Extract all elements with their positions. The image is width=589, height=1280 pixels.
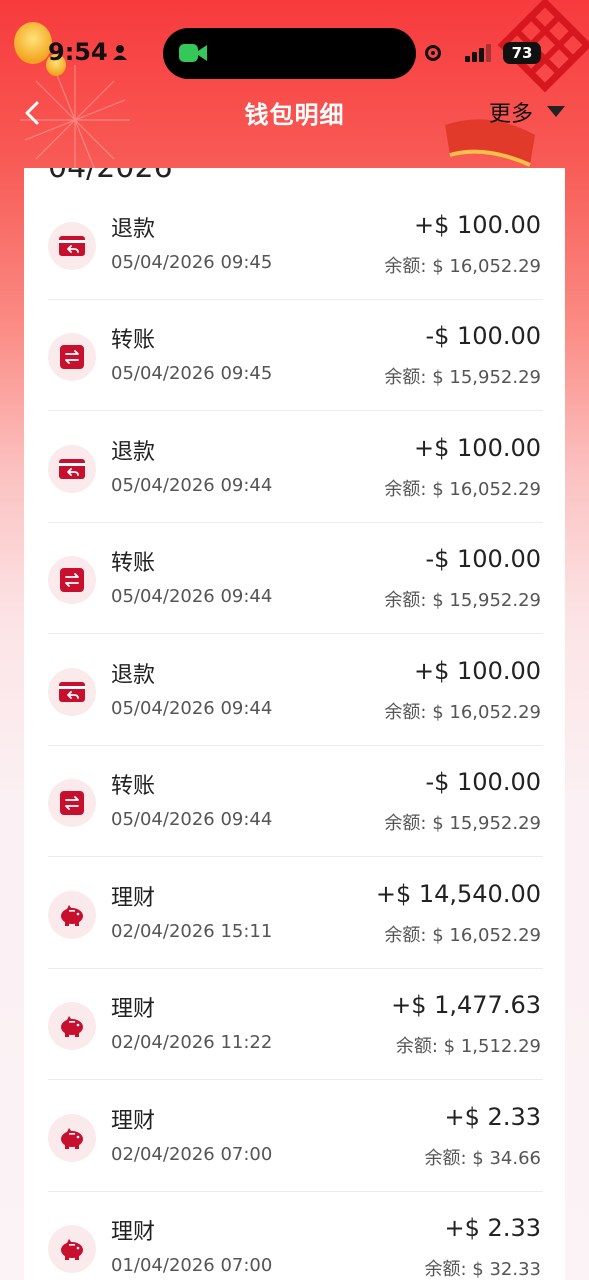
transaction-balance: 余额: $ 15,952.29 (384, 813, 541, 834)
transaction-row[interactable]: 转账 05/04/2026 09:45 -$ 100.00 余额: $ 15,9… (24, 300, 565, 411)
transaction-balance: 余额: $ 16,052.29 (384, 702, 541, 723)
transaction-balance: 余额: $ 16,052.29 (384, 925, 541, 946)
transaction-row[interactable]: 退款 05/04/2026 09:45 +$ 100.00 余额: $ 16,0… (24, 189, 565, 300)
transfer-icon (48, 333, 96, 381)
transaction-amount: -$ 100.00 (425, 768, 541, 796)
battery-indicator: 73 (503, 42, 541, 64)
transaction-date: 05/04/2026 09:44 (111, 809, 273, 830)
facetime-camera-icon (179, 44, 207, 62)
row-divider (48, 633, 543, 634)
transaction-balance: 余额: $ 32.33 (424, 1259, 542, 1280)
recording-indicator-icon (425, 45, 441, 61)
dynamic-island (163, 28, 416, 79)
transaction-type: 转账 (111, 328, 156, 353)
status-bar: 9:54 73 (0, 0, 589, 105)
transaction-date: 02/04/2026 07:00 (111, 1144, 273, 1165)
transaction-amount: +$ 2.33 (444, 1214, 541, 1242)
transaction-date: 01/04/2026 07:00 (111, 1255, 273, 1276)
transaction-balance: 余额: $ 1,512.29 (395, 1036, 541, 1057)
transfer-icon (48, 779, 96, 827)
transaction-type: 转账 (111, 551, 156, 576)
transaction-type: 转账 (111, 774, 156, 799)
transaction-row[interactable]: 理财 02/04/2026 15:11 +$ 14,540.00 余额: $ 1… (24, 858, 565, 969)
more-menu-button[interactable]: 更多 (489, 96, 533, 128)
transaction-amount: -$ 100.00 (425, 322, 541, 350)
transaction-balance: 余额: $ 15,952.29 (384, 590, 541, 611)
transaction-date: 02/04/2026 11:22 (111, 1032, 273, 1053)
chevron-down-icon[interactable] (547, 106, 565, 117)
transaction-type: 理财 (111, 1220, 156, 1245)
transaction-amount: -$ 100.00 (425, 545, 541, 573)
transaction-date: 05/04/2026 09:45 (111, 252, 273, 273)
transaction-amount: +$ 100.00 (414, 657, 541, 685)
month-header: 04/2026 (48, 168, 173, 185)
transaction-type: 退款 (111, 663, 156, 688)
row-divider (48, 410, 543, 411)
refund-card-icon (48, 668, 96, 716)
cellular-signal-icon (465, 44, 491, 62)
transaction-amount: +$ 2.33 (444, 1103, 541, 1131)
transaction-date: 05/04/2026 09:44 (111, 586, 273, 607)
transaction-row[interactable]: 理财 01/04/2026 07:00 +$ 2.33 余额: $ 32.33 (24, 1192, 565, 1280)
piggy-bank-icon (48, 891, 96, 939)
transaction-row[interactable]: 转账 05/04/2026 09:44 -$ 100.00 余额: $ 15,9… (24, 746, 565, 857)
transaction-type: 退款 (111, 217, 156, 242)
transaction-row[interactable]: 理财 02/04/2026 11:22 +$ 1,477.63 余额: $ 1,… (24, 969, 565, 1080)
row-divider (48, 856, 543, 857)
transaction-type: 理财 (111, 1109, 156, 1134)
piggy-bank-icon (48, 1225, 96, 1273)
transaction-row[interactable]: 退款 05/04/2026 09:44 +$ 100.00 余额: $ 16,0… (24, 635, 565, 746)
transaction-date: 02/04/2026 15:11 (111, 921, 273, 942)
status-time: 9:54 (48, 38, 108, 66)
transaction-row[interactable]: 理财 02/04/2026 07:00 +$ 2.33 余额: $ 34.66 (24, 1081, 565, 1192)
transaction-balance: 余额: $ 15,952.29 (384, 367, 541, 388)
piggy-bank-icon (48, 1002, 96, 1050)
refund-card-icon (48, 445, 96, 493)
transaction-balance: 余额: $ 34.66 (424, 1148, 542, 1169)
piggy-bank-icon (48, 1114, 96, 1162)
transaction-balance: 余额: $ 16,052.29 (384, 256, 541, 277)
transaction-type: 退款 (111, 440, 156, 465)
transaction-type: 理财 (111, 886, 156, 911)
transaction-date: 05/04/2026 09:45 (111, 363, 273, 384)
transaction-amount: +$ 1,477.63 (391, 991, 541, 1019)
transaction-amount: +$ 100.00 (414, 434, 541, 462)
transaction-balance: 余额: $ 16,052.29 (384, 479, 541, 500)
transaction-date: 05/04/2026 09:44 (111, 475, 273, 496)
transaction-amount: +$ 100.00 (414, 211, 541, 239)
transaction-row[interactable]: 转账 05/04/2026 09:44 -$ 100.00 余额: $ 15,9… (24, 523, 565, 634)
transaction-row[interactable]: 退款 05/04/2026 09:44 +$ 100.00 余额: $ 16,0… (24, 412, 565, 523)
row-divider (48, 1079, 543, 1080)
transfer-icon (48, 556, 96, 604)
transaction-type: 理财 (111, 997, 156, 1022)
person-icon (113, 45, 127, 60)
transaction-date: 05/04/2026 09:44 (111, 698, 273, 719)
refund-card-icon (48, 222, 96, 270)
transaction-list: 04/2026 退款 05/04/2026 09:45 +$ 100.00 余额… (24, 168, 565, 1280)
transaction-amount: +$ 14,540.00 (375, 880, 541, 908)
